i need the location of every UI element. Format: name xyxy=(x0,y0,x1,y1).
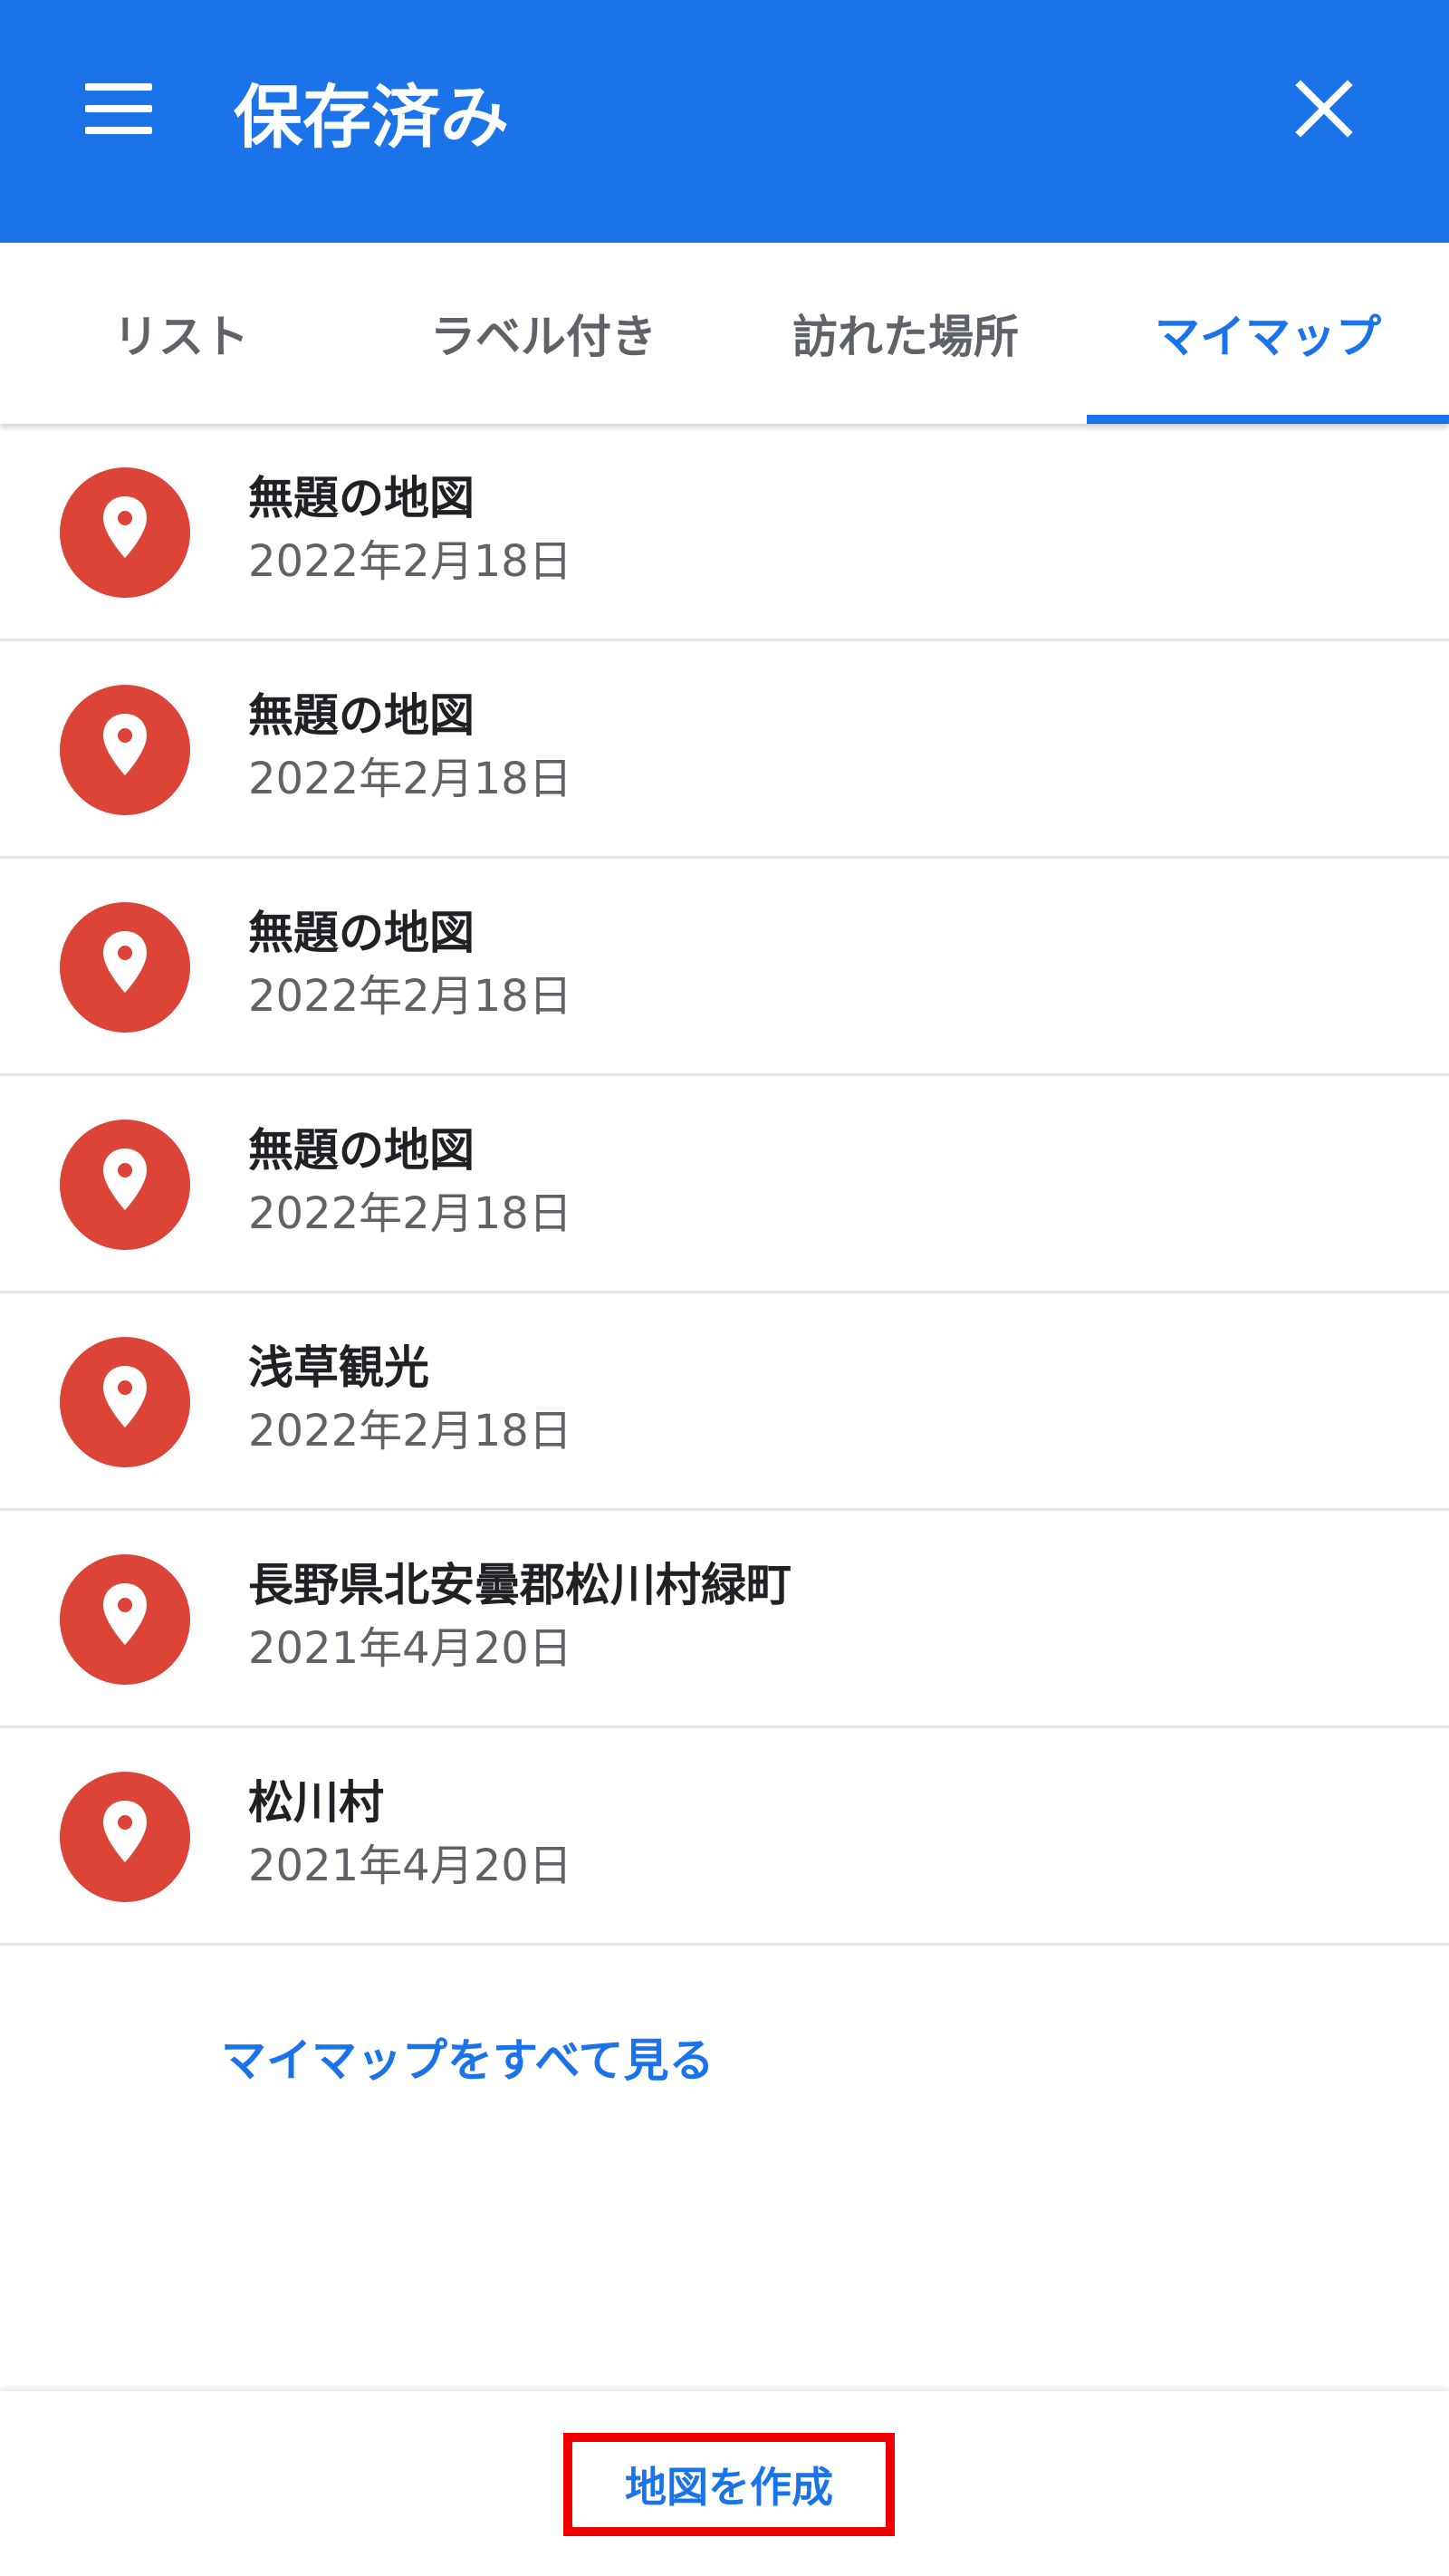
app-bar: 保存済み xyxy=(0,0,1449,243)
map-title: 無題の地図 xyxy=(248,1124,475,1177)
tab-bar: リスト ラベル付き 訪れた場所 マイマップ xyxy=(0,243,1449,424)
map-list-item[interactable]: 浅草観光 2022年2月18日 xyxy=(0,1293,1449,1511)
map-title: 浅草観光 xyxy=(248,1341,429,1394)
tab-list[interactable]: リスト xyxy=(0,243,362,424)
map-pin-icon xyxy=(60,467,190,598)
map-list-item[interactable]: 長野県北安曇郡松川村緑町 2021年4月20日 xyxy=(0,1511,1449,1728)
map-list-item[interactable]: 無題の地図 2022年2月18日 xyxy=(0,1076,1449,1293)
map-title: 無題の地図 xyxy=(248,907,475,959)
page-title: 保存済み xyxy=(234,77,509,158)
map-date: 2022年2月18日 xyxy=(248,1188,572,1239)
map-date: 2021年4月20日 xyxy=(248,1623,572,1674)
close-icon[interactable] xyxy=(1291,76,1357,141)
map-title: 無題の地図 xyxy=(248,689,475,742)
see-all-my-maps-link[interactable]: マイマップをすべて見る xyxy=(221,2029,715,2092)
map-list-item[interactable]: 無題の地図 2022年2月18日 xyxy=(0,641,1449,859)
my-maps-list: 無題の地図 2022年2月18日 無題の地図 2022年2月18日 無題の地図 … xyxy=(0,424,1449,1946)
map-pin-icon xyxy=(60,902,190,1033)
tab-my-maps[interactable]: マイマップ xyxy=(1087,243,1449,424)
map-date: 2022年2月18日 xyxy=(248,971,572,1022)
bottom-bar: 地図を作成 xyxy=(0,2391,1449,2576)
map-pin-icon xyxy=(60,1772,190,1902)
tab-visited[interactable]: 訪れた場所 xyxy=(724,243,1087,424)
tab-labeled[interactable]: ラベル付き xyxy=(362,243,724,424)
map-pin-icon xyxy=(60,685,190,815)
map-date: 2022年2月18日 xyxy=(248,754,572,804)
map-list-item[interactable]: 無題の地図 2022年2月18日 xyxy=(0,424,1449,641)
map-date: 2022年2月18日 xyxy=(248,1406,572,1456)
menu-icon[interactable] xyxy=(85,83,152,134)
map-pin-icon xyxy=(60,1337,190,1467)
map-title: 松川村 xyxy=(248,1776,384,1829)
active-tab-indicator xyxy=(1087,415,1449,424)
create-map-button[interactable]: 地図を作成 xyxy=(563,2433,895,2536)
map-pin-icon xyxy=(60,1554,190,1685)
map-title: 長野県北安曇郡松川村緑町 xyxy=(248,1559,792,1611)
map-date: 2022年2月18日 xyxy=(248,536,572,587)
map-list-item[interactable]: 松川村 2021年4月20日 xyxy=(0,1728,1449,1946)
map-pin-icon xyxy=(60,1120,190,1250)
map-date: 2021年4月20日 xyxy=(248,1841,572,1891)
map-title: 無題の地図 xyxy=(248,472,475,524)
map-list-item[interactable]: 無題の地図 2022年2月18日 xyxy=(0,859,1449,1076)
